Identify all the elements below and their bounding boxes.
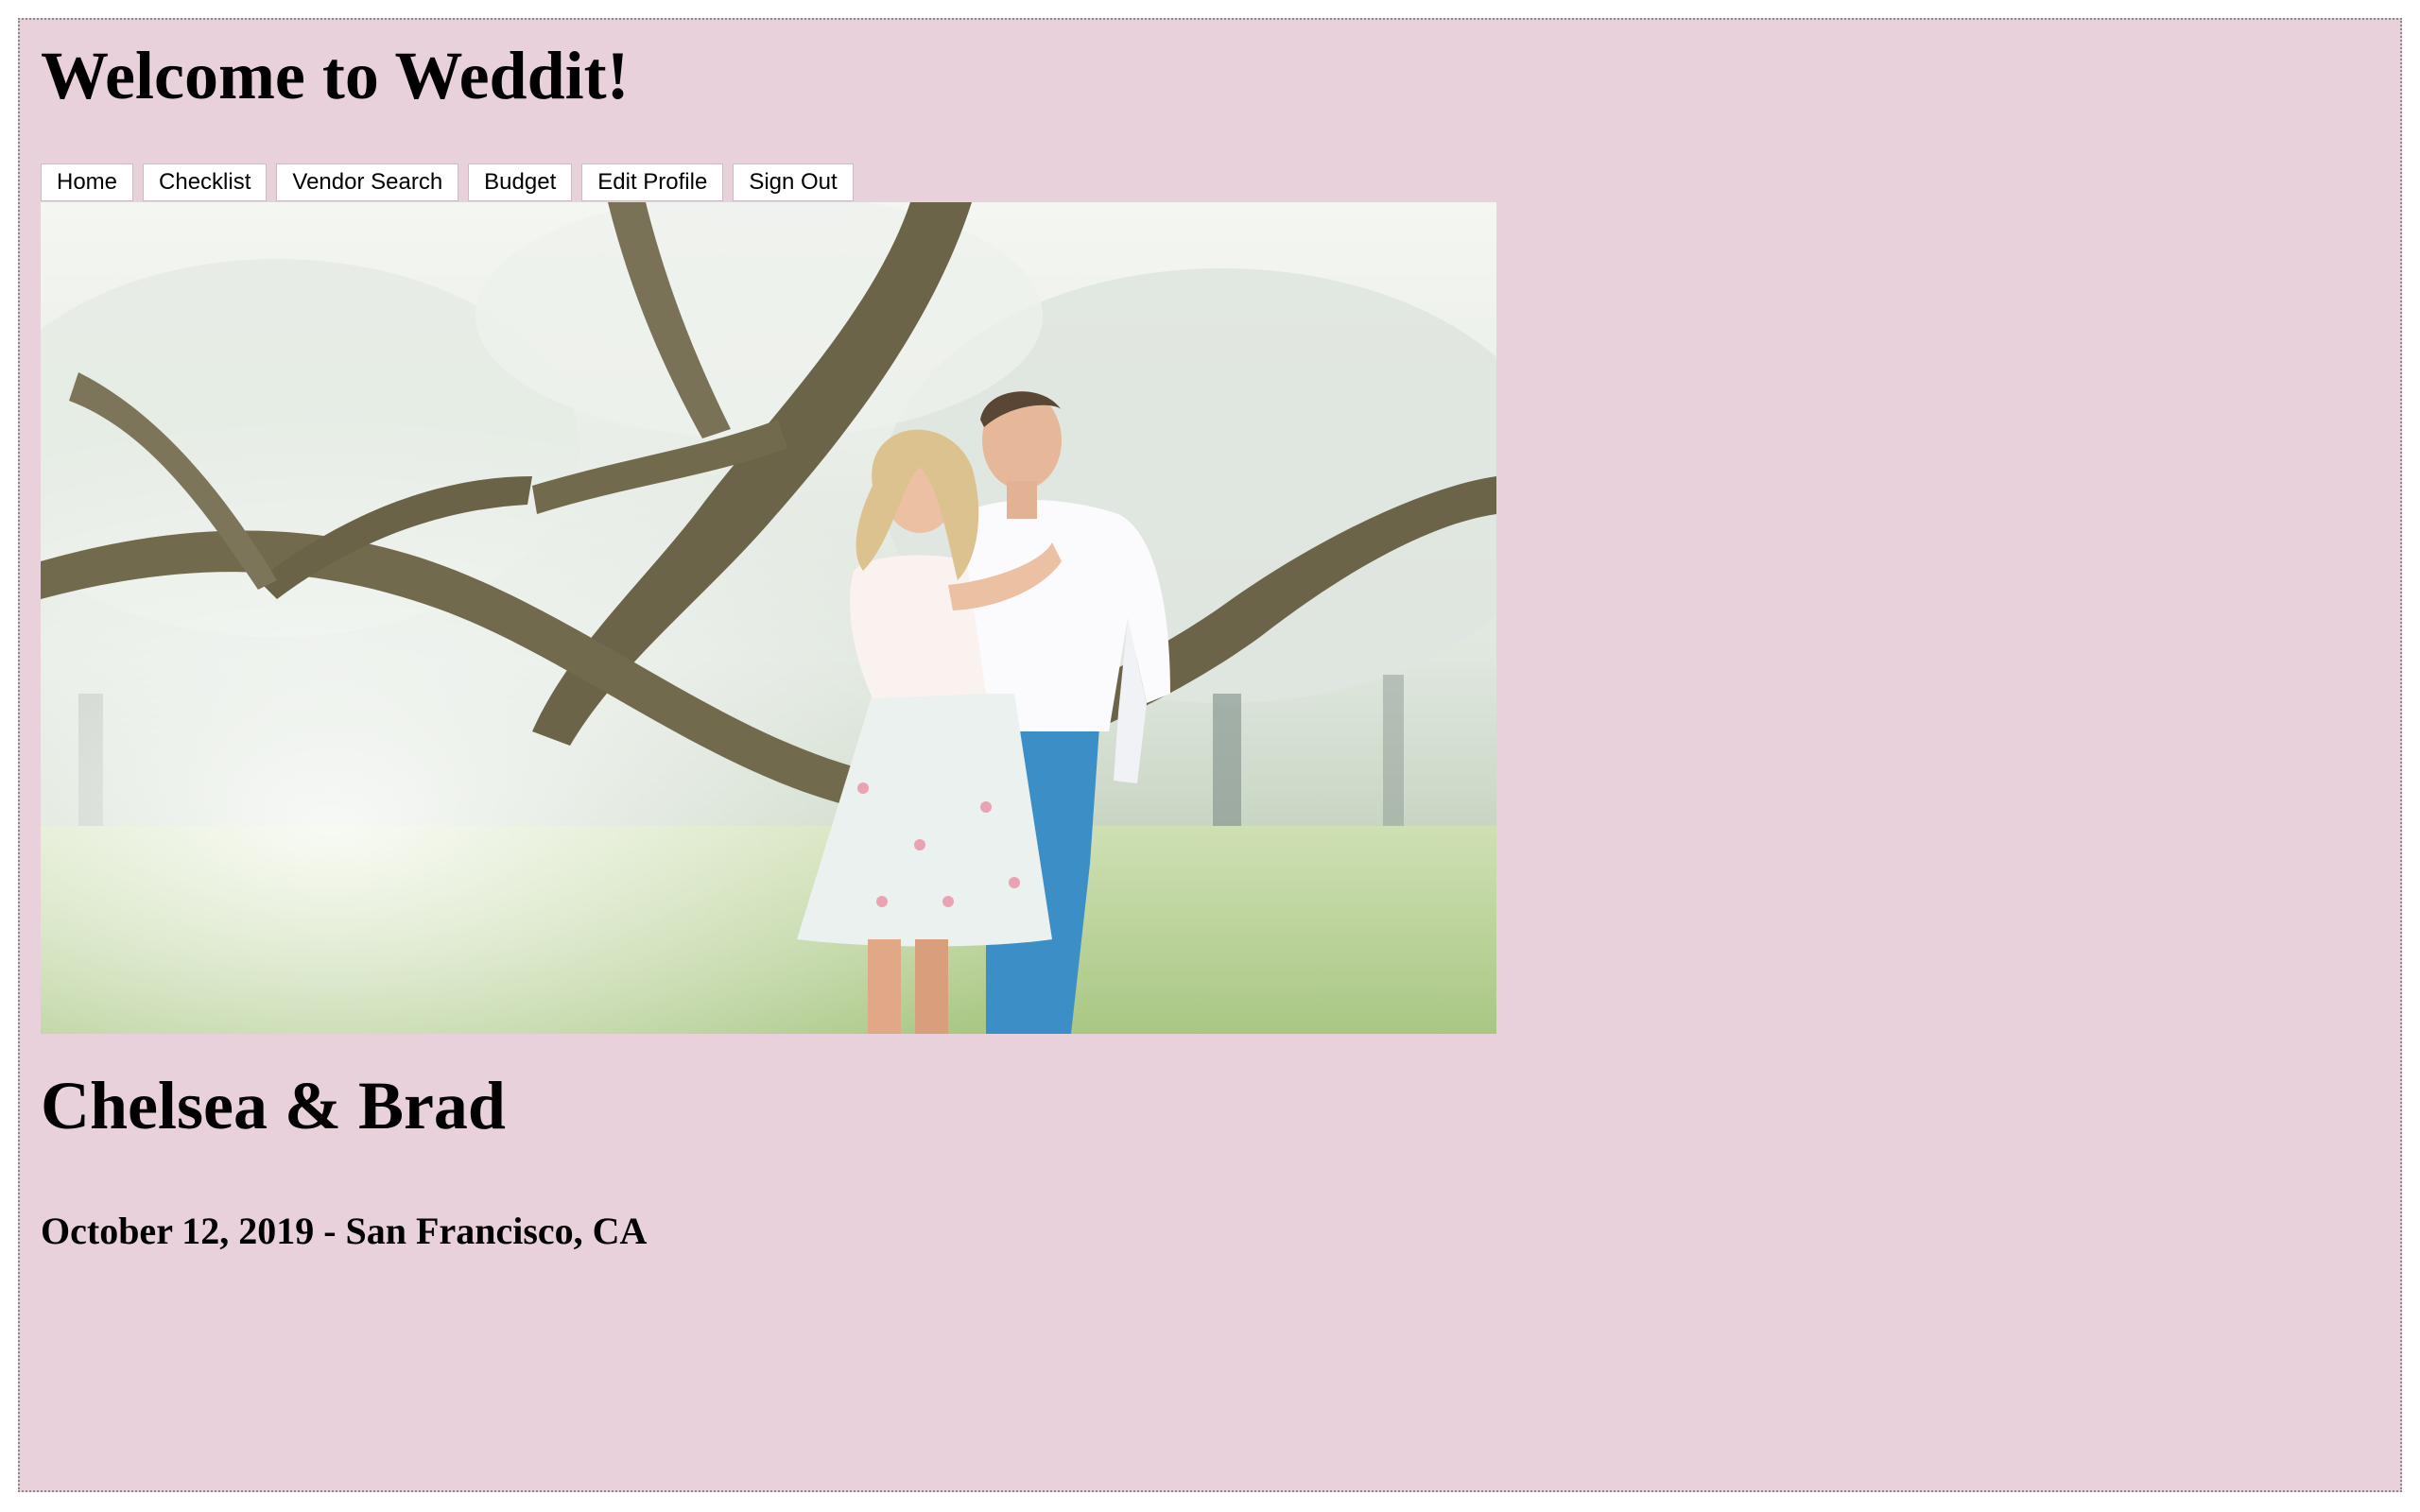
nav-checklist-button[interactable]: Checklist — [143, 163, 268, 201]
page-container: Welcome to Weddit! Home Checklist Vendor… — [18, 18, 2402, 1492]
couple-photo-illustration — [41, 202, 1496, 1034]
page-title: Welcome to Weddit! — [41, 38, 630, 113]
nav-home-button[interactable]: Home — [41, 163, 134, 201]
nav-vendor-search-button[interactable]: Vendor Search — [276, 163, 459, 201]
nav-sign-out-button[interactable]: Sign Out — [733, 163, 854, 201]
couple-names-heading: Chelsea & Brad — [41, 1068, 506, 1143]
couple-photo — [41, 202, 1496, 1034]
nav-budget-button[interactable]: Budget — [468, 163, 573, 201]
wedding-date-location: October 12, 2019 - San Francisco, CA — [41, 1210, 648, 1252]
main-nav: Home Checklist Vendor Search Budget Edit… — [41, 163, 854, 201]
nav-edit-profile-button[interactable]: Edit Profile — [581, 163, 724, 201]
